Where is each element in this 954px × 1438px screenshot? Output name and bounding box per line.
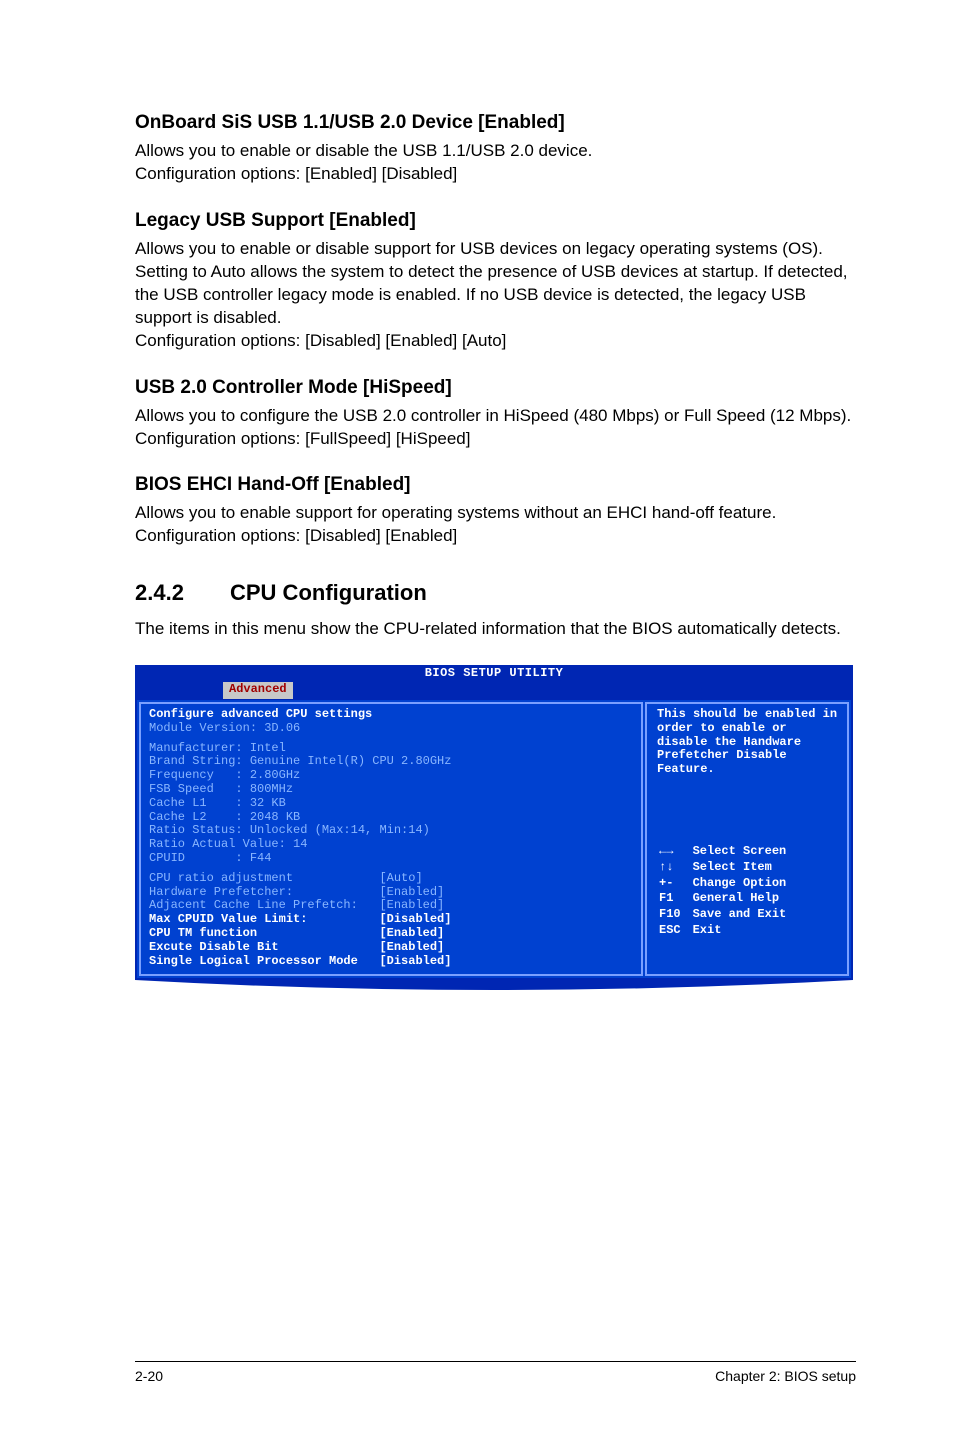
- body: Allows you to configure the USB 2.0 cont…: [135, 405, 854, 451]
- bios-config-head: Configure advanced CPU settings: [149, 708, 633, 722]
- bios-setting-row[interactable]: Excute Disable Bit [Enabled]: [149, 941, 633, 955]
- legend-text: General Help: [693, 892, 797, 906]
- bios-module-version: Module Version: 3D.06: [149, 722, 633, 736]
- body: Allows you to enable or disable the USB …: [135, 140, 854, 186]
- bios-left-panel: Configure advanced CPU settings Module V…: [139, 702, 643, 976]
- legend-key: ←→: [659, 845, 691, 859]
- legend-key: ↑↓: [659, 861, 691, 875]
- bios-legend: ←→Select Screen↑↓Select Item+-Change Opt…: [657, 843, 841, 940]
- heading: USB 2.0 Controller Mode [HiSpeed]: [135, 377, 854, 399]
- bios-info-line: Frequency : 2.80GHz: [149, 769, 633, 783]
- heading: Legacy USB Support [Enabled]: [135, 210, 854, 232]
- bios-setting-row[interactable]: Hardware Prefetcher: [Enabled]: [149, 886, 633, 900]
- bios-titlebar: BIOS SETUP UTILITY: [135, 665, 853, 682]
- legend-text: Exit: [693, 924, 797, 938]
- bios-setting-row[interactable]: Max CPUID Value Limit: [Disabled]: [149, 913, 633, 927]
- bios-setting-row[interactable]: CPU ratio adjustment [Auto]: [149, 872, 633, 886]
- bios-legend-row: ←→Select Screen: [659, 845, 796, 859]
- bios-body: Configure advanced CPU settings Module V…: [135, 700, 853, 980]
- section-bios-ehci: BIOS EHCI Hand-Off [Enabled] Allows you …: [135, 474, 854, 548]
- bios-legend-row: F10Save and Exit: [659, 908, 796, 922]
- section-cpu-config: 2.4.2CPU Configuration The items in this…: [135, 580, 854, 641]
- bios-help-text: This should be enabled in order to enabl…: [657, 708, 841, 777]
- legend-key: F10: [659, 908, 691, 922]
- heading: 2.4.2CPU Configuration: [135, 580, 854, 606]
- bios-info-line: Cache L1 : 32 KB: [149, 797, 633, 811]
- bios-tab-row: Advanced: [135, 682, 853, 700]
- footer-divider: [135, 1361, 856, 1362]
- heading: OnBoard SiS USB 1.1/USB 2.0 Device [Enab…: [135, 112, 854, 134]
- section-title: CPU Configuration: [230, 580, 427, 605]
- bios-legend-row: ↑↓Select Item: [659, 861, 796, 875]
- bios-info-line: Ratio Status: Unlocked (Max:14, Min:14): [149, 824, 633, 838]
- body: Allows you to enable support for operati…: [135, 502, 854, 548]
- bios-info-line: FSB Speed : 800MHz: [149, 783, 633, 797]
- bios-info-line: Cache L2 : 2048 KB: [149, 811, 633, 825]
- legend-text: Change Option: [693, 877, 797, 891]
- bios-right-panel: This should be enabled in order to enabl…: [645, 702, 849, 976]
- bios-bottom-curve: [135, 980, 853, 994]
- footer-chapter: Chapter 2: BIOS setup: [715, 1368, 856, 1384]
- legend-key: +-: [659, 877, 691, 891]
- bios-legend-row: ESCExit: [659, 924, 796, 938]
- legend-text: Save and Exit: [693, 908, 797, 922]
- legend-text: Select Screen: [693, 845, 797, 859]
- bios-setting-row[interactable]: Single Logical Processor Mode [Disabled]: [149, 955, 633, 969]
- bios-legend-row: +-Change Option: [659, 877, 796, 891]
- bios-legend-row: F1General Help: [659, 892, 796, 906]
- body: The items in this menu show the CPU-rela…: [135, 618, 854, 641]
- legend-text: Select Item: [693, 861, 797, 875]
- bios-screenshot: BIOS SETUP UTILITY Advanced Configure ad…: [135, 665, 853, 994]
- bios-info-line: Ratio Actual Value: 14: [149, 838, 633, 852]
- section-number: 2.4.2: [135, 580, 230, 606]
- legend-key: F1: [659, 892, 691, 906]
- section-legacy-usb: Legacy USB Support [Enabled] Allows you …: [135, 210, 854, 353]
- bios-info-line: CPUID : F44: [149, 852, 633, 866]
- section-onboard-sis: OnBoard SiS USB 1.1/USB 2.0 Device [Enab…: [135, 112, 854, 186]
- legend-key: ESC: [659, 924, 691, 938]
- section-usb20-mode: USB 2.0 Controller Mode [HiSpeed] Allows…: [135, 377, 854, 451]
- bios-setting-row[interactable]: CPU TM function [Enabled]: [149, 927, 633, 941]
- heading: BIOS EHCI Hand-Off [Enabled]: [135, 474, 854, 496]
- footer-page-number: 2-20: [135, 1368, 163, 1384]
- bios-info-line: Brand String: Genuine Intel(R) CPU 2.80G…: [149, 755, 633, 769]
- bios-setting-row[interactable]: Adjacent Cache Line Prefetch: [Enabled]: [149, 899, 633, 913]
- page-footer: 2-20 Chapter 2: BIOS setup: [0, 1361, 954, 1384]
- bios-tab-advanced[interactable]: Advanced: [223, 682, 293, 699]
- body: Allows you to enable or disable support …: [135, 238, 854, 353]
- bios-info-line: Manufacturer: Intel: [149, 742, 633, 756]
